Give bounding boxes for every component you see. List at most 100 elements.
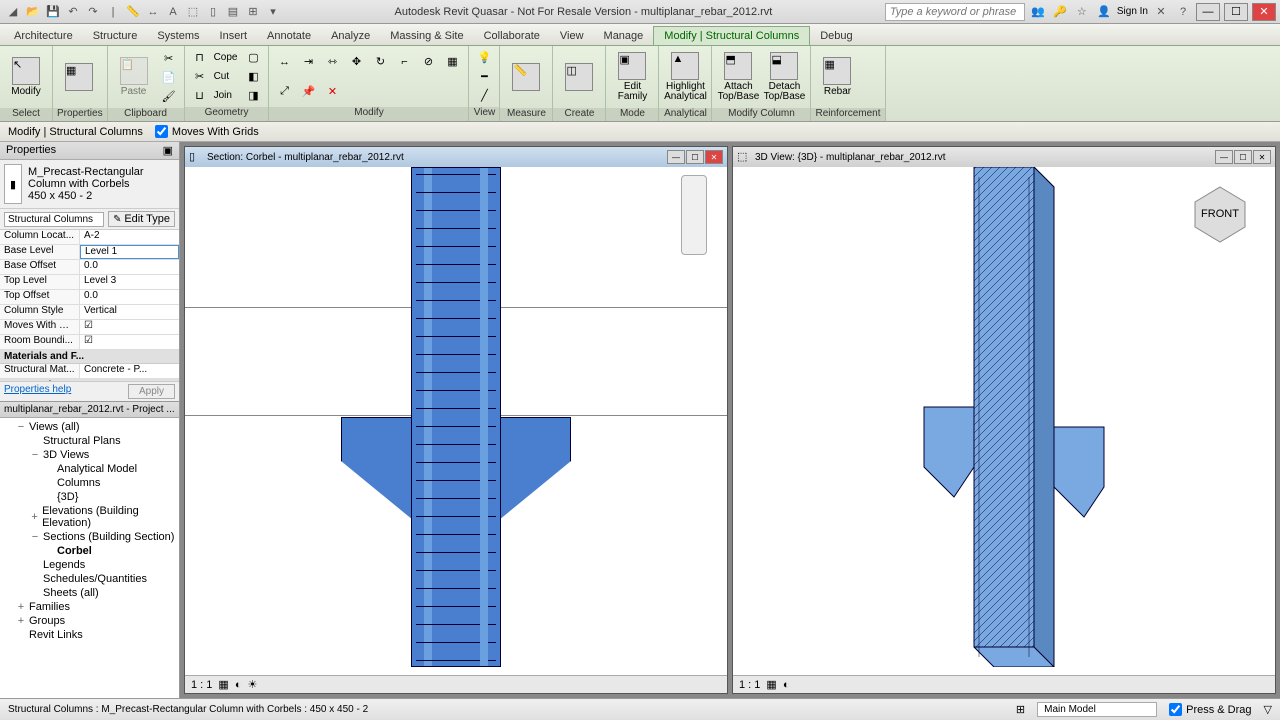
help-icon[interactable]: ? (1174, 3, 1192, 21)
move-button[interactable]: ✥ (345, 53, 367, 71)
property-row[interactable]: Column Locat...A-2 (0, 230, 179, 245)
search-input[interactable] (885, 3, 1025, 21)
tab-annotate[interactable]: Annotate (257, 27, 321, 45)
column-3d-graphic[interactable] (864, 167, 1144, 667)
view-style-icon[interactable]: ◐ (235, 679, 242, 691)
switch-icon[interactable]: ⊞ (244, 3, 262, 21)
mirror-button[interactable]: ⇿ (321, 53, 343, 71)
tab-manage[interactable]: Manage (594, 27, 654, 45)
section-view-canvas[interactable] (185, 167, 727, 675)
tab-structure[interactable]: Structure (83, 27, 148, 45)
section-view-titlebar[interactable]: ▯ Section: Corbel - multiplanar_rebar_20… (185, 147, 727, 167)
tab-systems[interactable]: Systems (147, 27, 209, 45)
sign-in-link[interactable]: Sign In (1117, 6, 1148, 17)
attach-button[interactable]: ⬒Attach Top/Base (716, 48, 760, 106)
tab-insert[interactable]: Insert (210, 27, 258, 45)
view-scale[interactable]: 1 : 1 (191, 679, 212, 691)
tree-item[interactable]: Analytical Model (2, 462, 177, 476)
app-menu-button[interactable]: ◢ (4, 3, 22, 21)
offset-button[interactable]: ⇥ (297, 53, 319, 71)
favorite-icon[interactable]: ☆ (1073, 3, 1091, 21)
array-button[interactable]: ▦ (441, 53, 463, 71)
copy-button[interactable]: 📄 (158, 68, 180, 86)
more-icon[interactable]: ▾ (264, 3, 282, 21)
tab-view[interactable]: View (550, 27, 594, 45)
property-row[interactable]: Top Offset0.0 (0, 290, 179, 305)
split-button[interactable]: ⊘ (417, 53, 439, 71)
view-max-button[interactable]: ☐ (686, 150, 704, 164)
cope-button[interactable]: ⊓ (189, 49, 211, 67)
redo-icon[interactable]: ↷ (84, 3, 102, 21)
view-cube[interactable]: FRONT (1185, 177, 1255, 247)
trim-button[interactable]: ⌐ (393, 53, 415, 71)
view1-button[interactable]: 💡 (473, 49, 495, 67)
view-detail-icon[interactable]: ▦ (766, 678, 776, 691)
tree-item[interactable]: {3D} (2, 490, 177, 504)
type-selector[interactable]: ▮ M_Precast-Rectangular Column with Corb… (0, 160, 179, 209)
column-section-graphic[interactable] (411, 167, 501, 667)
cut-geom-button[interactable]: ✂ (189, 68, 211, 86)
tree-item[interactable]: Revit Links (2, 628, 177, 642)
tab-collaborate[interactable]: Collaborate (474, 27, 550, 45)
category-selector[interactable]: Structural Columns (4, 212, 104, 227)
minimize-button[interactable]: — (1196, 3, 1220, 21)
pin-button[interactable]: 📌 (297, 82, 319, 100)
tree-item[interactable]: Corbel (2, 544, 177, 558)
tree-item[interactable]: Columns (2, 476, 177, 490)
geom3-button[interactable]: ◨ (242, 87, 264, 105)
property-row[interactable]: Base Offset0.0 (0, 260, 179, 275)
align-button[interactable]: ↔ (273, 53, 295, 71)
view2-button[interactable]: ━ (473, 68, 495, 86)
view-close-button[interactable]: ✕ (705, 150, 723, 164)
cut-button[interactable]: ✂ (158, 49, 180, 67)
tab-debug[interactable]: Debug (810, 27, 862, 45)
exchange-icon[interactable]: ✕ (1152, 3, 1170, 21)
view3-button[interactable]: ╱ (473, 87, 495, 105)
3d-icon[interactable]: ⬚ (184, 3, 202, 21)
properties-help-link[interactable]: Properties help (4, 384, 71, 399)
view-min-button[interactable]: — (1215, 150, 1233, 164)
view-detail-icon[interactable]: ▦ (218, 678, 228, 691)
edit-family-button[interactable]: ▣Edit Family (610, 48, 654, 106)
key-icon[interactable]: 🔑 (1051, 3, 1069, 21)
close-button[interactable]: ✕ (1252, 3, 1276, 21)
properties-button[interactable]: ▦ (57, 48, 101, 106)
rotate-button[interactable]: ↻ (369, 53, 391, 71)
delete-button[interactable]: ✕ (321, 82, 343, 100)
tab-architecture[interactable]: Architecture (4, 27, 83, 45)
3d-view-canvas[interactable]: FRONT (733, 167, 1275, 675)
tree-item[interactable]: Sheets (all) (2, 586, 177, 600)
geom2-button[interactable]: ◧ (242, 68, 264, 86)
tree-item[interactable]: −Views (all) (2, 420, 177, 434)
user-icon[interactable]: 👤 (1095, 3, 1113, 21)
join-button[interactable]: ⊔ (189, 87, 211, 105)
moves-with-grids-checkbox[interactable]: Moves With Grids (155, 125, 259, 138)
tree-item[interactable]: +Elevations (Building Elevation) (2, 504, 177, 530)
3d-view-titlebar[interactable]: ⬚ 3D View: {3D} - multiplanar_rebar_2012… (733, 147, 1275, 167)
highlight-analytical-button[interactable]: ▲Highlight Analytical (663, 48, 707, 106)
geom1-button[interactable]: ▢ (242, 49, 264, 67)
section-icon[interactable]: ▯ (204, 3, 222, 21)
apply-button[interactable]: Apply (128, 384, 175, 399)
navigation-bar[interactable] (681, 175, 707, 255)
measure-icon[interactable]: 📏 (124, 3, 142, 21)
align-icon[interactable]: ↔ (144, 3, 162, 21)
open-icon[interactable]: 📂 (24, 3, 42, 21)
tree-item[interactable]: +Families (2, 600, 177, 614)
view-scale[interactable]: 1 : 1 (739, 679, 760, 691)
match-button[interactable]: 🖌 (158, 87, 180, 105)
undo-icon[interactable]: ↶ (64, 3, 82, 21)
view-min-button[interactable]: — (667, 150, 685, 164)
tree-item[interactable]: Legends (2, 558, 177, 572)
tree-item[interactable]: −Sections (Building Section) (2, 530, 177, 544)
view-max-button[interactable]: ☐ (1234, 150, 1252, 164)
property-row[interactable]: Column StyleVertical (0, 305, 179, 320)
detach-button[interactable]: ⬓Detach Top/Base (762, 48, 806, 106)
create-button[interactable]: ◫ (557, 48, 601, 106)
tab-massing[interactable]: Massing & Site (380, 27, 473, 45)
subscription-icon[interactable]: 👥 (1029, 3, 1047, 21)
property-row[interactable]: Room Boundi...☑ (0, 335, 179, 350)
property-row[interactable]: Base LevelLevel 1 (0, 245, 179, 260)
filter-icon[interactable]: ▽ (1264, 703, 1272, 716)
tree-item[interactable]: −3D Views (2, 448, 177, 462)
